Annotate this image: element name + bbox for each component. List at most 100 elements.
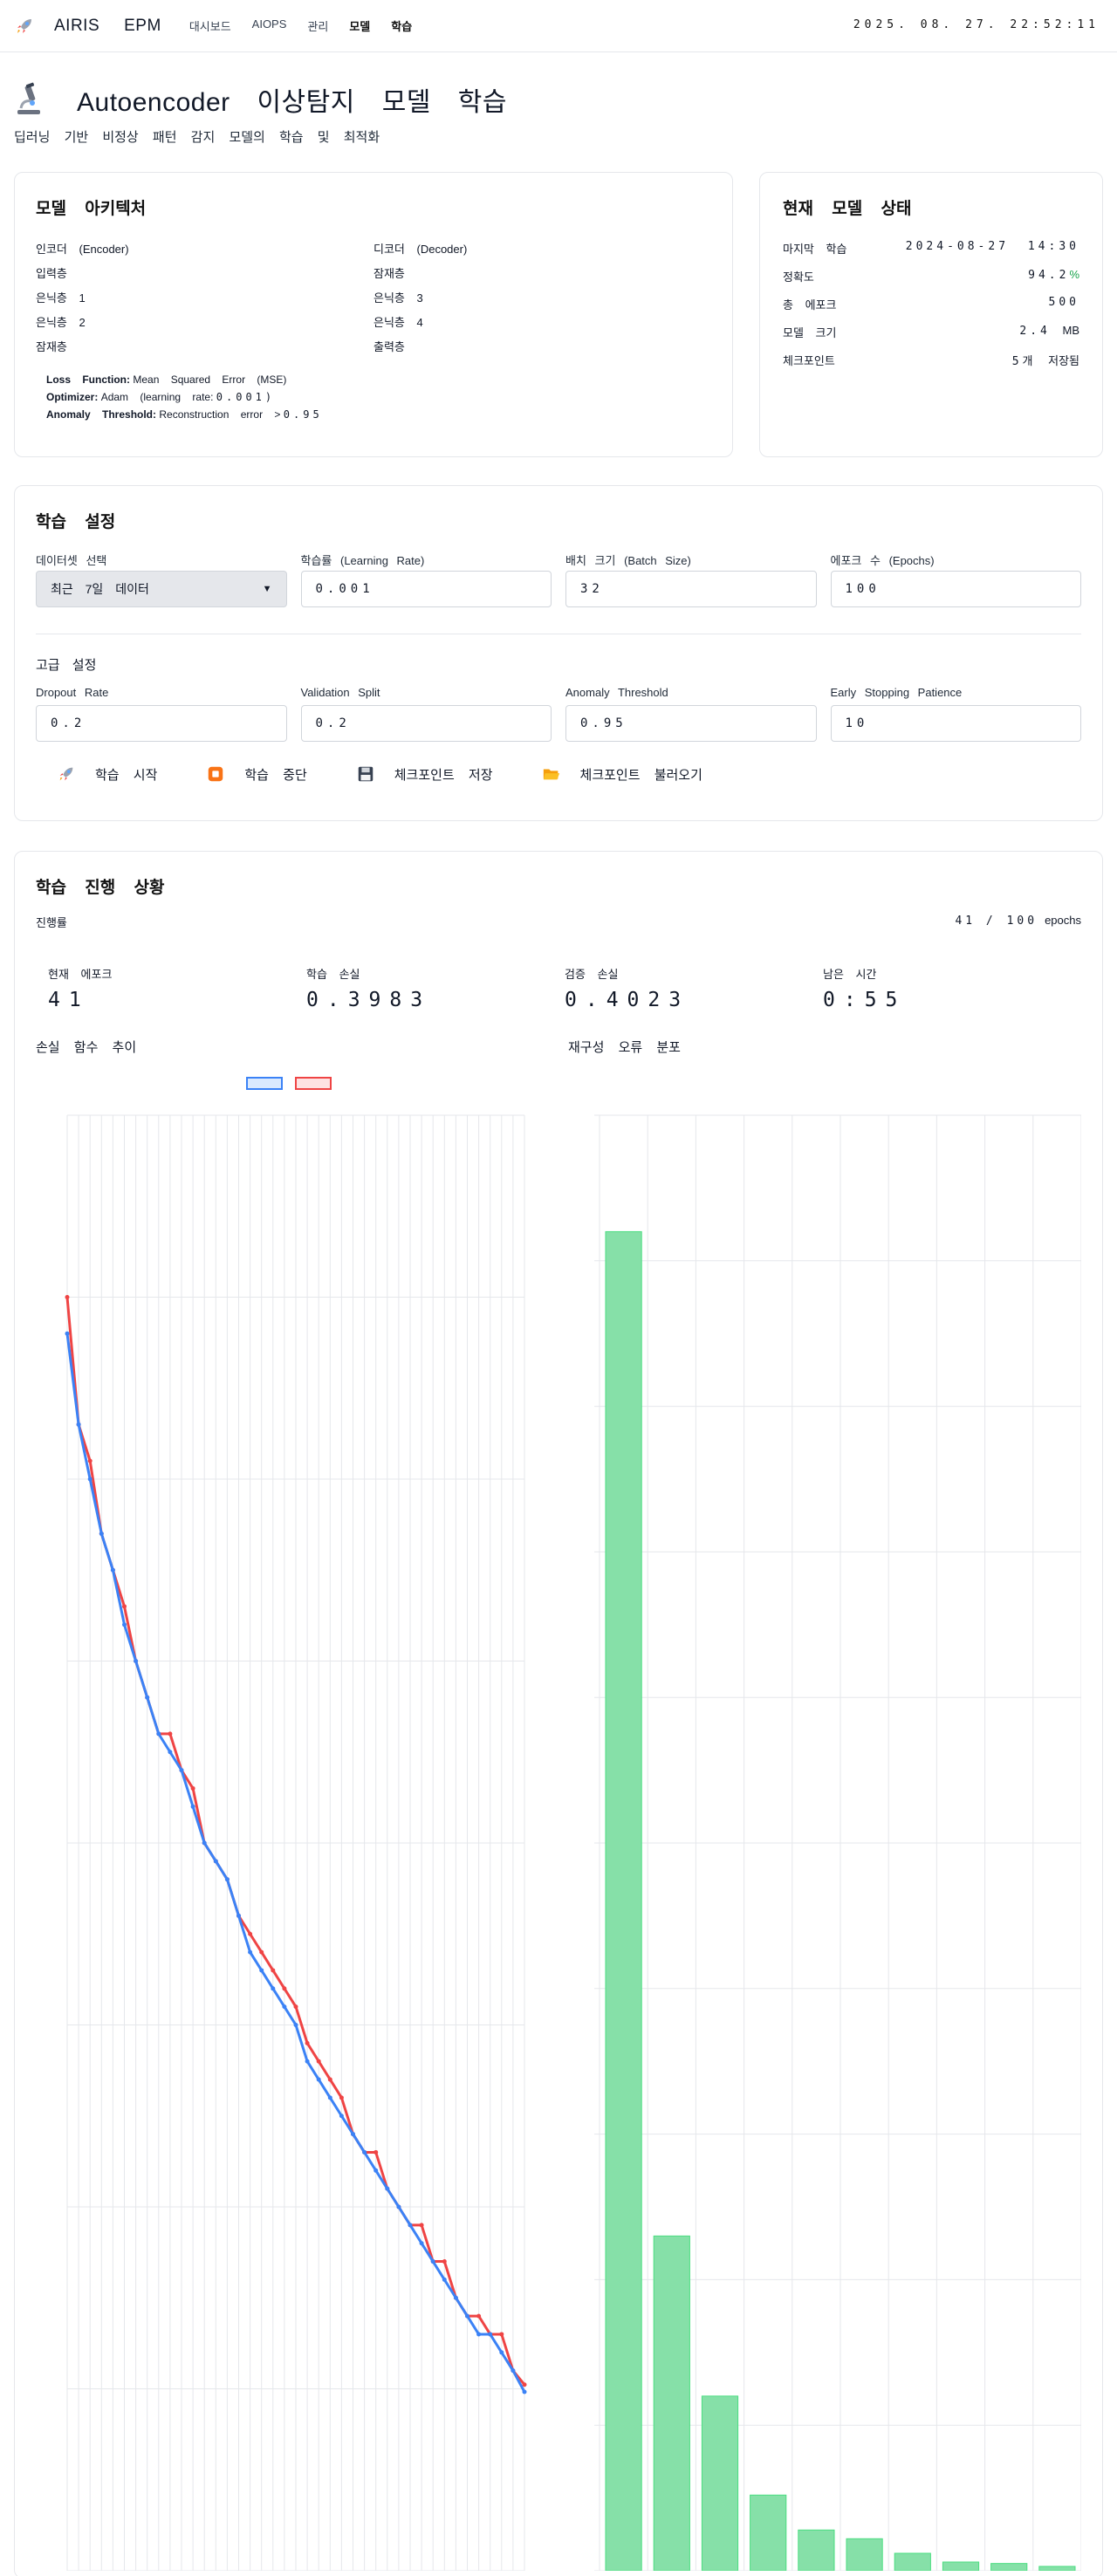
epochs-input[interactable]: 100 [830,571,1081,607]
data-point [179,1768,184,1773]
nav-link-dashboard[interactable]: 대시보드 [189,17,231,34]
learning-rate-label: 학습률 (Learning Rate) [300,554,425,567]
data-point [373,2149,379,2155]
status-row-last-trained: 마지막 학습 2024-08-27 14:30 [783,240,1079,268]
status-value: 2024-08-27 14:30 [905,240,1079,253]
data-point [248,1949,253,1955]
anomaly-threshold-label: Anomaly Threshold [565,686,668,699]
brand-airis[interactable]: AIRIS [54,17,99,36]
nav-links: 대시보드 AIOPS 관리 모델 학습 [189,17,412,34]
data-point [305,2040,310,2045]
status-value: 2.4 [1019,325,1051,338]
histogram-bar [894,2552,931,2571]
kpi-current-epoch: 현재 에포크 41 [48,965,306,1011]
rocket-icon[interactable] [14,16,35,37]
status-value: 500 [1048,296,1079,309]
data-point [87,1458,93,1463]
early-stopping-input[interactable]: 10 [830,705,1081,742]
kpi-value: 0.4023 [565,989,690,1011]
data-point [362,2149,367,2155]
decoder-layer: 잠재층 [373,267,405,280]
optimizer-value: Adam (learning rate: [100,391,214,403]
data-point [236,1913,241,1918]
data-point [271,1986,276,1991]
learning-rate-input[interactable]: 0.001 [300,571,552,607]
start-training-label: 학습 시작 [95,767,158,783]
batch-size-input[interactable]: 32 [565,571,817,607]
dataset-select-value: 최근 7일 데이터 [51,582,149,596]
status-row-model-size: 모델 크기 2.4 MB [783,324,1079,352]
start-training-button[interactable]: 학습 시작 [57,764,157,784]
histogram-bar [990,2563,1028,2571]
kpi-val-loss: 검증 손실 0.4023 [565,965,823,1011]
nav-link-training[interactable]: 학습 [391,17,412,34]
legend-swatch [246,1077,283,1090]
histogram-bar [846,2538,883,2571]
data-point [476,2313,482,2319]
data-point [190,1785,195,1791]
data-point [122,1604,127,1609]
data-point [522,2382,527,2388]
data-point [419,2241,424,2246]
optimizer-lr: 0.001) [216,391,276,403]
data-point [293,2023,298,2027]
status-unit: MB [1062,324,1080,337]
chevron-down-icon: ▼ [262,584,272,594]
histogram-bar [653,2235,690,2571]
error-distribution-chart [594,1114,1081,2571]
page-title: Autoencoder 이상탐지 모델 학습 [77,88,507,117]
kpi-label: 남은 시간 [823,968,877,981]
rocket-icon [59,767,73,781]
nav-link-admin[interactable]: 관리 [307,17,328,34]
batch-size-label: 배치 크기 (Batch Size) [565,554,691,567]
kpi-label: 현재 에포크 [48,968,113,981]
decoder-layer: 은닉층 4 [373,316,423,329]
dropout-input[interactable]: 0.2 [36,705,287,742]
data-point [522,2389,527,2394]
data-point [190,1804,195,1809]
data-point [511,2368,516,2374]
threshold-num: 0.95 [283,408,323,421]
brand-epm[interactable]: EPM [124,17,161,36]
data-point [134,1659,139,1663]
anomaly-threshold-input[interactable]: 0.95 [565,705,817,742]
nav-link-model[interactable]: 모델 [349,17,370,34]
validation-split-input[interactable]: 0.2 [300,705,552,742]
data-point [65,1331,70,1336]
data-point [87,1476,93,1482]
data-point [408,2223,413,2228]
training-settings-title: 학습 설정 [36,513,116,531]
data-point [282,1986,287,1991]
kpi-remaining-time: 남은 시간 0:55 [823,965,1081,1011]
kpi-train-loss: 학습 손실 0.3983 [306,965,565,1011]
data-point [488,2332,493,2337]
histogram-bar [798,2529,835,2571]
encoder-layer: 은닉층 1 [36,291,86,305]
loss-chart-panel: 손실 함수 추이 [36,1038,549,2571]
error-dist-title: 재구성 오류 분포 [568,1040,681,1055]
status-label: 모델 크기 [783,326,837,339]
training-progress-title: 학습 진행 상황 [36,879,165,897]
save-checkpoint-label: 체크포인트 저장 [394,767,493,783]
model-status-card: 현재 모델 상태 마지막 학습 2024-08-27 14:30 정확도 94.… [759,172,1103,457]
load-checkpoint-button[interactable]: 체크포인트 불러오기 [542,764,702,784]
stop-training-button[interactable]: 학습 중단 [206,764,307,784]
page-subtitle: 딥러닝 기반 비정상 패턴 감지 모델의 학습 및 최적화 [14,130,380,145]
data-point [385,2186,390,2191]
data-point [305,2059,310,2064]
data-point [271,1968,276,1973]
save-checkpoint-button[interactable]: 체크포인트 저장 [356,764,493,784]
status-value: 94.2 [1028,269,1070,282]
folder-open-icon [543,769,559,780]
encoder-layer: 잠재층 [36,340,67,353]
data-point [499,2350,504,2355]
histogram-bar [605,1230,642,2571]
data-point [339,2114,344,2119]
loss-label: Loss Function: [46,373,130,386]
status-unit: 저장됨 [1048,354,1079,367]
dataset-select[interactable]: 최근 7일 데이터 ▼ [36,571,287,607]
histogram-bar [942,2561,980,2571]
clock: 2025. 08. 27. 22:52:11 [853,18,1100,31]
data-point [316,2059,321,2064]
nav-link-aiops[interactable]: AIOPS [252,17,287,34]
